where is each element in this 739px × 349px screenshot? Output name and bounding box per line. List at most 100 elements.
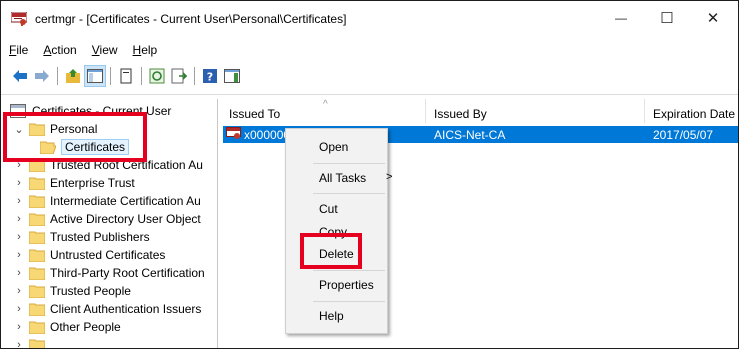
tree-label: Active Directory User Object [50, 212, 201, 226]
menu-help[interactable]: Help [125, 41, 165, 61]
tree-label: Trusted Publishers [50, 230, 150, 244]
menu-separator [313, 163, 385, 164]
tree-label: Other People [50, 320, 121, 334]
tree-item-store[interactable]: › Other People [13, 318, 121, 336]
help-icon: ? [203, 69, 217, 84]
collapsed-chevron-icon[interactable]: › [13, 300, 25, 318]
certmgr-app-icon [11, 12, 27, 26]
tree-item-store[interactable]: › Third-Party Root Certification [13, 264, 205, 282]
maximize-button[interactable]: ☐ [644, 1, 690, 35]
toolbar-separator [141, 67, 142, 85]
toolbar-separator [110, 67, 111, 85]
toolbar-divider [1, 94, 738, 95]
back-button[interactable] [9, 65, 31, 87]
delete-toolbar-button[interactable] [115, 65, 137, 87]
svg-text:?: ? [207, 71, 213, 84]
collapsed-chevron-icon[interactable]: › [13, 318, 25, 336]
folder-icon [29, 285, 45, 298]
collapsed-chevron-icon[interactable]: › [13, 246, 25, 264]
close-icon: ✕ [706, 10, 720, 27]
cell-issued-by: AICS-Net-CA [434, 128, 506, 142]
highlight-box-delete [300, 233, 362, 269]
tree-item-store[interactable]: › Intermediate Certification Au [13, 192, 201, 210]
up-folder-icon [66, 69, 80, 83]
tree-label: Third-Party Root Certification [50, 266, 205, 280]
menu-item-help[interactable]: Help [286, 306, 387, 328]
folder-icon [29, 267, 45, 280]
menu-separator [313, 301, 385, 302]
menu-item-all-tasks[interactable]: All Tasks [286, 168, 387, 190]
collapsed-chevron-icon[interactable]: › [13, 282, 25, 300]
column-divider[interactable] [644, 99, 645, 123]
menu-item-open[interactable]: Open [286, 137, 387, 159]
context-menu: Open All Tasks > Cut Copy Delete Propert… [285, 128, 392, 334]
refresh-button[interactable] [146, 65, 168, 87]
menu-item-properties[interactable]: Properties [286, 275, 387, 297]
forward-button[interactable] [31, 65, 53, 87]
tree-item-store[interactable]: › Client Authentication Issuers [13, 300, 201, 318]
folder-icon [29, 339, 45, 348]
back-arrow-icon [13, 70, 27, 82]
certificate-icon [226, 127, 241, 139]
collapsed-chevron-icon[interactable]: › [13, 264, 25, 282]
show-hide-tree-icon [87, 69, 103, 83]
menu-view[interactable]: View [84, 41, 125, 61]
toolbar: ? [1, 63, 738, 89]
collapsed-chevron-icon[interactable]: › [13, 336, 25, 348]
menu-bar: File Action View Help [1, 41, 164, 61]
collapsed-chevron-icon[interactable]: › [13, 174, 25, 192]
maximize-icon: ☐ [660, 10, 674, 27]
tree-label: Trusted People [50, 284, 131, 298]
show-hide-action-pane-button[interactable] [221, 65, 243, 87]
minimize-icon: — [615, 11, 627, 25]
pane-splitter[interactable] [217, 99, 218, 348]
close-button[interactable]: ✕ [690, 1, 736, 35]
refresh-icon [149, 68, 165, 84]
export-list-button[interactable] [168, 65, 190, 87]
folder-icon [29, 321, 45, 334]
cell-expiration-date: 2017/05/07 [653, 128, 714, 142]
highlight-box-personal-certificates [3, 112, 147, 162]
properties-pane-icon [224, 69, 240, 83]
tree-item-store[interactable]: › Active Directory User Object [13, 210, 201, 228]
collapsed-chevron-icon[interactable]: › [13, 210, 25, 228]
collapsed-chevron-icon[interactable]: › [13, 192, 25, 210]
menu-action[interactable]: Action [35, 41, 83, 61]
sort-ascending-icon: ^ [323, 99, 328, 110]
tree-item-store[interactable]: › Trusted People [13, 282, 131, 300]
folder-icon [29, 177, 45, 190]
menu-separator [313, 193, 385, 194]
folder-icon [29, 213, 45, 226]
folder-icon [29, 303, 45, 316]
forward-arrow-icon [35, 70, 49, 82]
folder-icon [29, 195, 45, 208]
folder-icon [29, 231, 45, 244]
up-one-level-button[interactable] [62, 65, 84, 87]
menu-separator [313, 270, 385, 271]
tree-item-store[interactable]: › Untrusted Certificates [13, 246, 165, 264]
show-hide-tree-button[interactable] [84, 65, 106, 87]
menu-item-cut[interactable]: Cut [286, 199, 387, 221]
tree-item-store[interactable]: › Enterprise Trust [13, 174, 135, 192]
minimize-button[interactable]: — [598, 1, 644, 35]
toolbar-separator [57, 67, 58, 85]
folder-icon [29, 249, 45, 262]
tree-item-store-partial[interactable]: › [13, 336, 50, 348]
tree-label: Intermediate Certification Au [50, 194, 201, 208]
tree-label: Enterprise Trust [50, 176, 135, 190]
column-header-expiration-date[interactable]: Expiration Date [646, 99, 738, 123]
window-title: certmgr - [Certificates - Current User\P… [35, 12, 347, 26]
toolbar-separator [194, 67, 195, 85]
tree-label: Client Authentication Issuers [50, 302, 202, 316]
tree-item-store[interactable]: › Trusted Publishers [13, 228, 150, 246]
delete-icon [120, 68, 132, 84]
column-divider[interactable] [425, 99, 426, 123]
column-header-issued-by[interactable]: Issued By [427, 99, 643, 123]
export-list-icon [171, 68, 187, 84]
title-bar: certmgr - [Certificates - Current User\P… [1, 1, 738, 37]
collapsed-chevron-icon[interactable]: › [13, 228, 25, 246]
certmgr-window: certmgr - [Certificates - Current User\P… [0, 0, 739, 349]
menu-file[interactable]: File [1, 41, 35, 61]
help-toolbar-button[interactable]: ? [199, 65, 221, 87]
submenu-arrow-icon: > [386, 171, 393, 183]
